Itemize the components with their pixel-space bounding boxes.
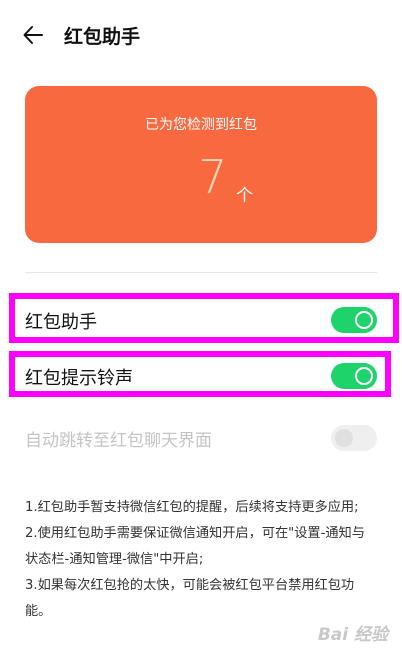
note-item: 1.红包助手暂支持微信红包的提醒，后续将支持更多应用; <box>25 495 377 521</box>
setting-row-ringtone[interactable]: 红包提示铃声 <box>25 356 377 396</box>
toggle-knob <box>335 429 353 447</box>
notes-section: 1.红包助手暂支持微信红包的提醒，后续将支持更多应用; 2.使用红包助手需要保证… <box>25 495 377 625</box>
app-header: 红包助手 <box>0 0 402 70</box>
setting-label: 自动跳转至红包聊天界面 <box>25 431 212 451</box>
toggle-knob <box>355 367 373 385</box>
red-packet-assistant-toggle[interactable] <box>331 307 377 333</box>
note-item: 3.如果每次红包抢的太快，可能会被红包平台禁用红包功 能。 <box>25 573 377 625</box>
note-item: 2.使用红包助手需要保证微信通知开启，可在"设置-通知与 状态栏-通知管理-微信… <box>25 521 377 573</box>
divider <box>25 272 377 273</box>
detection-count: 7 <box>198 150 228 204</box>
page-title: 红包助手 <box>64 26 141 48</box>
back-arrow-icon[interactable] <box>22 24 44 46</box>
toggle-knob <box>355 311 373 329</box>
ringtone-toggle[interactable] <box>331 363 377 389</box>
setting-label: 红包助手 <box>25 312 97 333</box>
setting-label: 红包提示铃声 <box>25 368 133 389</box>
detection-caption: 已为您检测到红包 <box>145 117 257 133</box>
note-text: 2.使用红包助手需要保证微信通知开启，可在"设置-通知与 <box>25 526 365 541</box>
note-text: 3.如果每次红包抢的太快，可能会被红包平台禁用红包功 <box>25 578 355 593</box>
note-text: 状态栏-通知管理-微信"中开启; <box>25 552 204 567</box>
setting-row-auto-jump: 自动跳转至红包聊天界面 <box>25 418 377 458</box>
auto-jump-toggle <box>331 425 377 451</box>
detection-unit: 个 <box>236 186 253 206</box>
watermark: Bai 经验 <box>317 625 388 645</box>
note-text: 1.红包助手暂支持微信红包的提醒，后续将支持更多应用; <box>25 500 359 515</box>
setting-row-red-packet-assistant[interactable]: 红包助手 <box>25 300 377 340</box>
